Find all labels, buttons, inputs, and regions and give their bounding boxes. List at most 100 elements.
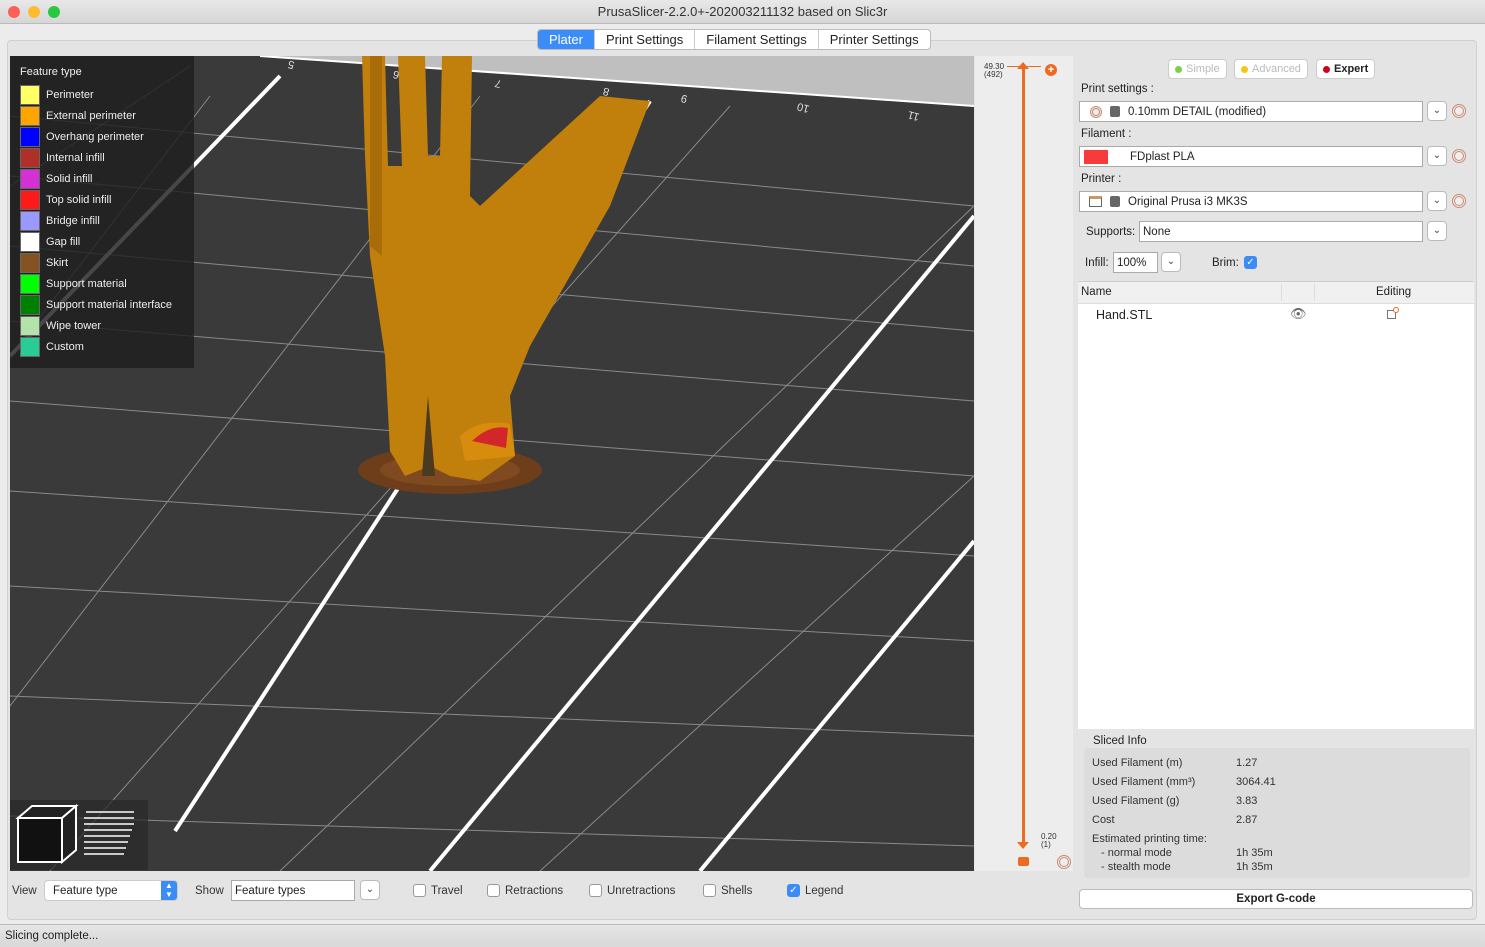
info-value: 3064.41 [1236, 776, 1276, 788]
object-list-header: Name Editing [1078, 282, 1474, 304]
view-label: View [12, 885, 37, 897]
supports-dropdown[interactable]: ⌄ [1427, 221, 1447, 241]
mode-expert-button[interactable]: Expert [1316, 59, 1376, 79]
legend-label: Solid infill [46, 172, 93, 185]
col-name[interactable]: Name [1081, 286, 1112, 298]
legend-label: Perimeter [46, 88, 94, 101]
info-label: Used Filament (g) [1092, 795, 1180, 807]
top-thumb[interactable] [1017, 62, 1029, 69]
printer-combo[interactable]: Original Prusa i3 MK3S [1079, 191, 1423, 212]
tab-print-settings[interactable]: Print Settings [595, 30, 696, 49]
legend-item: Custom [20, 336, 84, 357]
printer-dropdown[interactable]: ⌄ [1427, 191, 1447, 211]
bottom-layer: (1) [1041, 840, 1051, 849]
tab-printer-settings[interactable]: Printer Settings [819, 30, 930, 49]
sliced-info-title: Sliced Info [1093, 735, 1147, 747]
legend-item: Solid infill [20, 168, 92, 189]
supports-combo[interactable]: None [1139, 221, 1423, 242]
edit-print-settings-icon[interactable] [1452, 104, 1466, 118]
legend-item: Bridge infill [20, 210, 100, 231]
legend-label: Skirt [46, 256, 68, 269]
legend-swatch [20, 336, 40, 357]
edit-printer-icon[interactable] [1452, 194, 1466, 208]
legend-swatch [20, 315, 40, 336]
print-settings-label: Print settings : [1081, 83, 1154, 95]
print-settings-dropdown[interactable]: ⌄ [1427, 101, 1447, 121]
legend-title: Feature type [20, 66, 82, 78]
view-toggle[interactable] [10, 800, 148, 870]
add-color-change-icon[interactable]: + [1045, 64, 1057, 76]
mode-simple-button[interactable]: Simple [1168, 59, 1227, 79]
legend-label: Gap fill [46, 235, 81, 248]
updown-icon[interactable]: ▲ ▼ [161, 881, 177, 900]
infill-combo[interactable]: 100% [1113, 252, 1158, 273]
unlock-icon[interactable] [1018, 857, 1029, 866]
lock-icon [1110, 196, 1120, 207]
unretractions-label: Unretractions [607, 885, 676, 897]
view-select[interactable]: Feature type ▲ ▼ [44, 880, 178, 901]
layer-slider[interactable]: 49.30 (492) + 0.20 (1) [975, 56, 1073, 871]
slider-track[interactable] [1022, 68, 1025, 844]
mode-advanced-button[interactable]: Advanced [1234, 59, 1308, 79]
legend-checkbox[interactable]: ✓ [787, 884, 800, 897]
tab-filament-settings[interactable]: Filament Settings [695, 30, 819, 49]
legend-item: Support material interface [20, 294, 172, 315]
minimize-button[interactable] [28, 6, 40, 18]
travel-label: Travel [431, 885, 463, 897]
legend-swatch [20, 252, 40, 273]
info-value: 2.87 [1236, 814, 1258, 826]
filament-dropdown[interactable]: ⌄ [1427, 146, 1447, 166]
filament-combo[interactable]: FDplast PLA [1079, 146, 1423, 167]
unretractions-checkbox[interactable] [589, 884, 602, 897]
close-button[interactable] [8, 6, 20, 18]
show-select[interactable]: Feature types [231, 880, 355, 901]
legend-swatch [20, 189, 40, 210]
object-row[interactable]: Hand.STL 👁 [1078, 304, 1474, 326]
printer-label: Printer : [1081, 173, 1122, 185]
cog-icon[interactable] [1057, 855, 1071, 869]
show-dropdown[interactable]: ⌄ [360, 880, 380, 900]
legend-swatch [20, 231, 40, 252]
main-tabs: Plater Print Settings Filament Settings … [537, 29, 931, 50]
legend-label: External perimeter [46, 109, 136, 122]
travel-checkbox[interactable] [413, 884, 426, 897]
export-gcode-button[interactable]: Export G-code [1079, 889, 1473, 909]
tab-plater[interactable]: Plater [538, 30, 595, 49]
bottom-thumb[interactable] [1017, 842, 1029, 849]
zoom-button[interactable] [48, 6, 60, 18]
normal-mode-label: - normal mode [1101, 847, 1172, 859]
legend-item: Internal infill [20, 147, 105, 168]
shells-checkbox[interactable] [703, 884, 716, 897]
legend-swatch [20, 210, 40, 231]
legend-label: Bridge infill [46, 214, 100, 227]
retractions-checkbox[interactable] [487, 884, 500, 897]
legend-swatch [20, 84, 40, 105]
shells-label: Shells [721, 885, 753, 897]
edit-filament-icon[interactable] [1452, 149, 1466, 163]
object-name: Hand.STL [1096, 308, 1153, 322]
window-controls [8, 6, 60, 18]
normal-mode-value: 1h 35m [1236, 847, 1273, 859]
lock-icon [1110, 106, 1120, 117]
brim-checkbox[interactable]: ✓ [1244, 256, 1257, 269]
col-editing[interactable]: Editing [1376, 286, 1411, 298]
info-label: Used Filament (mm³) [1092, 776, 1196, 788]
stealth-mode-value: 1h 35m [1236, 861, 1273, 873]
legend-label: Legend [805, 885, 844, 897]
time-label: Estimated printing time: [1092, 833, 1207, 845]
legend-label: Support material interface [46, 298, 172, 311]
info-value: 1.27 [1236, 757, 1258, 769]
window-title: PrusaSlicer-2.2.0+-202003211132 based on… [597, 4, 888, 19]
legend-item: Skirt [20, 252, 68, 273]
infill-label: Infill: [1085, 257, 1109, 269]
legend-item: Top solid infill [20, 189, 111, 210]
cube-icon[interactable] [10, 800, 148, 870]
filament-color-swatch[interactable] [1084, 149, 1108, 164]
legend-item: Support material [20, 273, 127, 294]
eye-icon[interactable]: 👁 [1290, 306, 1307, 322]
legend-label: Overhang perimeter [46, 130, 144, 143]
legend-swatch [20, 168, 40, 189]
infill-dropdown[interactable]: ⌄ [1161, 252, 1181, 272]
legend-label: Custom [46, 340, 84, 353]
print-settings-combo[interactable]: 0.10mm DETAIL (modified) [1079, 101, 1423, 122]
